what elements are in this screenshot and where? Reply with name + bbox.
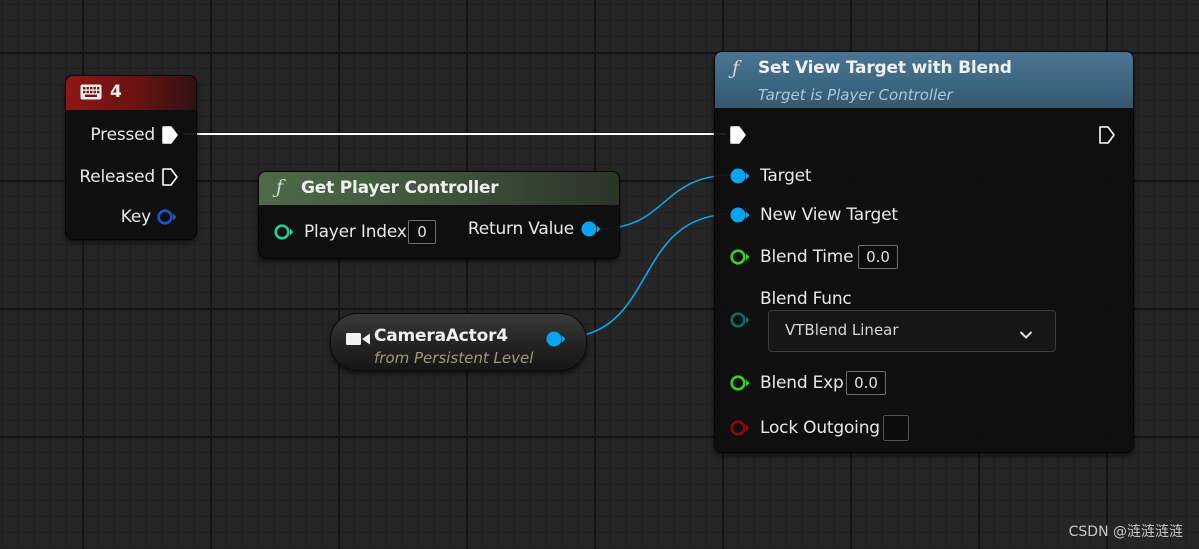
set-view-target-subtitle: Target is Player Controller	[758, 86, 953, 104]
new-view-target-label: New View Target	[760, 205, 898, 225]
blend-exp-label: Blend Exp	[760, 373, 844, 393]
function-icon: ƒ	[276, 176, 284, 198]
target-label: Target	[760, 166, 812, 186]
exec-in-pin-icon[interactable]	[729, 125, 747, 149]
blend-exp-pin-icon[interactable]	[729, 374, 751, 396]
pressed-pin-label: Pressed	[90, 125, 155, 145]
key-event-node[interactable]: 4 Pressed Released Key	[65, 75, 197, 240]
camera-actor-node[interactable]: CameraActor4 from Persistent Level	[330, 313, 587, 371]
new-view-target-pin-icon[interactable]	[729, 206, 751, 228]
set-view-target-node[interactable]: ƒ Set View Target with Blend Target is P…	[714, 51, 1134, 453]
function-icon: ƒ	[732, 57, 740, 79]
get-player-controller-title: Get Player Controller	[301, 178, 499, 198]
pressed-exec-pin-icon[interactable]	[161, 125, 179, 149]
blend-time-pin-icon[interactable]	[729, 248, 751, 270]
blend-func-selected: VTBlend Linear	[785, 321, 899, 339]
camera-actor-title: CameraActor4	[374, 326, 508, 346]
blend-func-label: Blend Func	[760, 289, 852, 309]
chevron-down-icon	[1019, 325, 1033, 344]
blend-exp-input[interactable]: 0.0	[846, 371, 886, 395]
key-pin-label: Key	[120, 207, 151, 227]
target-pin-icon[interactable]	[729, 167, 751, 189]
key-struct-pin-icon[interactable]	[156, 208, 178, 230]
lock-outgoing-pin-icon[interactable]	[729, 419, 751, 441]
released-exec-pin-icon[interactable]	[161, 167, 179, 191]
return-value-label: Return Value	[467, 219, 574, 239]
set-view-target-title: Set View Target with Blend	[758, 58, 1012, 78]
return-value-pin-icon[interactable]	[580, 220, 602, 242]
exec-out-pin-icon[interactable]	[1098, 125, 1116, 149]
lock-outgoing-label: Lock Outgoing	[760, 418, 880, 438]
released-pin-label: Released	[79, 167, 155, 187]
blend-time-input[interactable]: 0.0	[858, 245, 898, 269]
keyboard-icon	[80, 84, 102, 104]
key-event-title: 4	[110, 82, 122, 102]
player-index-pin-icon[interactable]	[273, 223, 295, 245]
watermark: CSDN @涟涟涟涟	[1068, 524, 1183, 540]
blend-func-pin-icon[interactable]	[729, 311, 751, 333]
blend-func-dropdown[interactable]: VTBlend Linear	[768, 310, 1056, 352]
get-player-controller-node[interactable]: ƒ Get Player Controller Player Index 0 R…	[258, 171, 620, 259]
camera-actor-subtitle: from Persistent Level	[374, 349, 534, 367]
camera-actor-output-pin-icon[interactable]	[545, 330, 567, 352]
blend-time-label: Blend Time	[760, 247, 854, 267]
camera-icon	[346, 331, 372, 351]
lock-outgoing-checkbox[interactable]	[883, 415, 909, 441]
player-index-input[interactable]: 0	[408, 220, 436, 244]
player-index-label: Player Index	[304, 222, 407, 242]
